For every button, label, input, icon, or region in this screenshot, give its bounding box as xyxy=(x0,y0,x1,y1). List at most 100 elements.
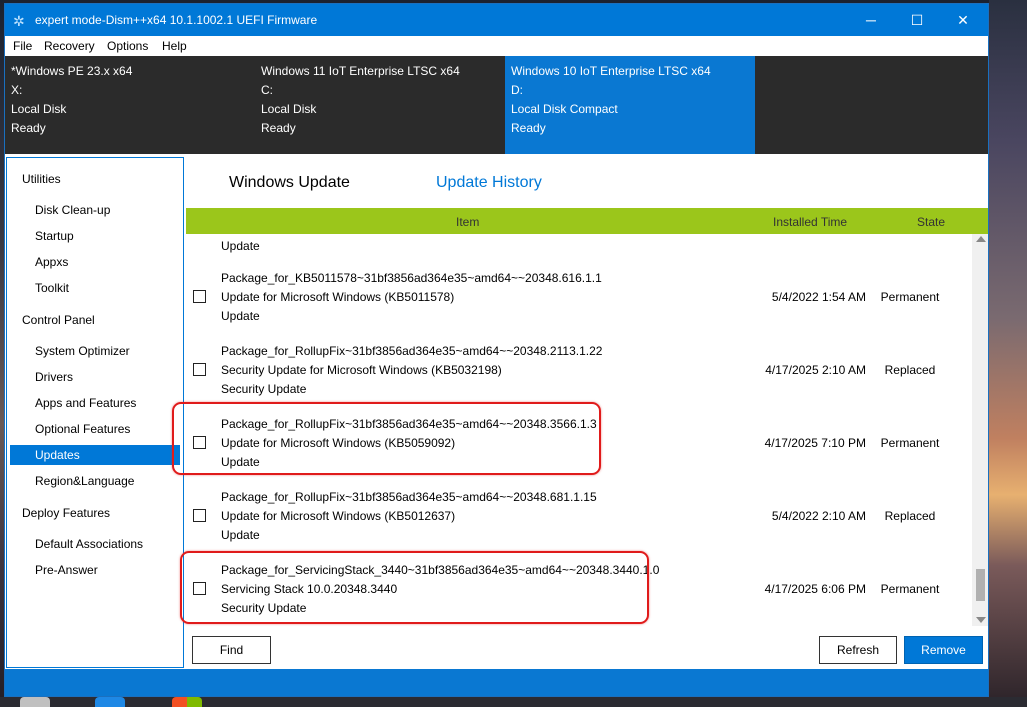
image-type: Local Disk xyxy=(261,102,317,116)
image-card[interactable]: *Windows PE 23.x x64 X: Local Disk Ready xyxy=(5,56,255,154)
maximize-button[interactable]: ☐ xyxy=(894,4,940,36)
desktop-background xyxy=(989,0,1027,707)
sidebar-item-default-associations[interactable]: Default Associations xyxy=(10,534,180,554)
updates-panel: Windows Update Update History Item Insta… xyxy=(186,157,988,669)
sidebar-item-label: Drivers xyxy=(35,370,73,384)
update-category: Update xyxy=(221,455,260,469)
list-item-partial-text: Update xyxy=(221,239,260,253)
package-name: Package_for_RollupFix~31bf3856ad364e35~a… xyxy=(221,417,597,431)
sidebar-item-label: Toolkit xyxy=(35,281,70,295)
sidebar-item-label: Disk Clean-up xyxy=(35,203,111,217)
sidebar-item-drivers[interactable]: Drivers xyxy=(10,367,180,387)
menu-file[interactable]: File xyxy=(13,39,32,53)
image-name: *Windows PE 23.x x64 xyxy=(11,64,133,78)
sidebar-group-utilities: Utilities xyxy=(22,172,61,186)
sidebar-item-appxs[interactable]: Appxs xyxy=(10,252,180,272)
installed-time: 4/17/2025 2:10 AM xyxy=(765,363,866,377)
image-card-selected[interactable]: Windows 10 IoT Enterprise LTSC x64 D: Lo… xyxy=(505,56,755,154)
sidebar-item-label: System Optimizer xyxy=(35,344,130,358)
row-checkbox[interactable] xyxy=(193,582,206,595)
update-title: Servicing Stack 10.0.20348.3440 xyxy=(221,582,398,596)
find-button[interactable]: Find xyxy=(192,636,271,664)
installed-time: 4/17/2025 6:06 PM xyxy=(764,582,866,596)
scrollbar-thumb[interactable] xyxy=(976,569,985,601)
sidebar: Utilities Disk Clean-up Startup Appxs To… xyxy=(6,157,184,668)
sidebar-item-pre-answer[interactable]: Pre-Answer xyxy=(10,560,180,580)
update-title: Update for Microsoft Windows (KB5059092) xyxy=(221,436,456,450)
taskbar-strip xyxy=(0,697,1027,707)
image-status: Ready xyxy=(261,121,296,135)
taskbar-app-icon[interactable] xyxy=(172,697,202,707)
update-category: Security Update xyxy=(221,601,307,615)
column-header-item[interactable]: Item xyxy=(456,215,479,229)
refresh-button[interactable]: Refresh xyxy=(819,636,897,664)
scroll-up-arrow-icon[interactable] xyxy=(976,236,986,242)
image-drive: D: xyxy=(511,83,523,97)
sidebar-item-updates[interactable]: Updates xyxy=(10,445,180,465)
update-state: Replaced xyxy=(884,509,936,523)
taskbar-app-icon[interactable] xyxy=(20,697,50,707)
menu-recovery[interactable]: Recovery xyxy=(44,39,95,53)
image-type: Local Disk xyxy=(11,102,67,116)
installed-time: 5/4/2022 2:10 AM xyxy=(771,509,866,523)
sidebar-item-label: Apps and Features xyxy=(35,396,137,410)
update-title: Security Update for Microsoft Windows (K… xyxy=(221,363,502,377)
row-checkbox[interactable] xyxy=(193,290,206,303)
sidebar-item-label: Region&Language xyxy=(35,474,135,488)
sidebar-group-deploy-features: Deploy Features xyxy=(22,506,111,520)
minimize-button[interactable]: ─ xyxy=(848,4,894,36)
update-category: Update xyxy=(221,309,260,323)
package-name: Package_for_KB5011578~31bf3856ad364e35~a… xyxy=(221,271,602,285)
image-status: Ready xyxy=(511,121,546,135)
sidebar-item-label: Pre-Answer xyxy=(35,563,98,577)
column-header-installed-time[interactable]: Installed Time xyxy=(773,215,847,229)
table-row[interactable]: Package_for_RollupFix~31bf3856ad364e35~a… xyxy=(186,408,972,481)
app-logo-icon: ✲ xyxy=(13,13,25,29)
sidebar-item-label: Startup xyxy=(35,229,74,243)
table-row[interactable]: Package_for_RollupFix~31bf3856ad364e35~a… xyxy=(186,335,972,408)
taskbar-app-icon[interactable] xyxy=(95,697,125,707)
sidebar-item-label: Optional Features xyxy=(35,422,131,436)
update-category: Update xyxy=(221,528,260,542)
image-selector-bar: *Windows PE 23.x x64 X: Local Disk Ready… xyxy=(5,56,988,154)
menu-bar: File Recovery Options Help xyxy=(5,36,988,56)
remove-button[interactable]: Remove xyxy=(904,636,983,664)
row-checkbox[interactable] xyxy=(193,509,206,522)
menu-help[interactable]: Help xyxy=(162,39,187,53)
image-name: Windows 10 IoT Enterprise LTSC x64 xyxy=(511,64,711,78)
column-header-state[interactable]: State xyxy=(917,215,945,229)
sidebar-item-apps-and-features[interactable]: Apps and Features xyxy=(10,393,180,413)
sidebar-item-region-language[interactable]: Region&Language xyxy=(10,471,180,491)
image-drive: X: xyxy=(11,83,23,97)
tab-update-history[interactable]: Update History xyxy=(436,174,542,192)
title-bar: ✲ expert mode-Dism++x64 10.1.1002.1 UEFI… xyxy=(5,4,988,36)
sidebar-item-system-optimizer[interactable]: System Optimizer xyxy=(10,341,180,361)
installed-time: 4/17/2025 7:10 PM xyxy=(764,436,866,450)
tab-windows-update[interactable]: Windows Update xyxy=(229,174,350,192)
image-card[interactable]: Windows 11 IoT Enterprise LTSC x64 C: Lo… xyxy=(255,56,505,154)
image-name: Windows 11 IoT Enterprise LTSC x64 xyxy=(261,64,460,78)
table-row[interactable]: Package_for_ServicingStack_3440~31bf3856… xyxy=(186,554,972,626)
sidebar-item-label: Updates xyxy=(35,448,80,462)
row-checkbox[interactable] xyxy=(193,436,206,449)
update-state: Permanent xyxy=(880,290,940,304)
close-button[interactable]: ✕ xyxy=(940,4,986,36)
table-row[interactable]: Package_for_KB5011578~31bf3856ad364e35~a… xyxy=(186,262,972,335)
update-title: Update for Microsoft Windows (KB5011578) xyxy=(221,290,455,304)
sidebar-item-startup[interactable]: Startup xyxy=(10,226,180,246)
sidebar-group-control-panel: Control Panel xyxy=(22,313,95,327)
sidebar-item-optional-features[interactable]: Optional Features xyxy=(10,419,180,439)
update-category: Security Update xyxy=(221,382,307,396)
table-row[interactable]: Package_for_RollupFix~31bf3856ad364e35~a… xyxy=(186,481,972,554)
table-header: Item Installed Time State xyxy=(186,208,988,234)
status-bar xyxy=(5,669,988,696)
scroll-down-arrow-icon[interactable] xyxy=(976,617,986,623)
menu-options[interactable]: Options xyxy=(107,39,148,53)
sidebar-item-toolkit[interactable]: Toolkit xyxy=(10,278,180,298)
package-name: Package_for_ServicingStack_3440~31bf3856… xyxy=(221,563,660,577)
row-checkbox[interactable] xyxy=(193,363,206,376)
sidebar-item-disk-clean-up[interactable]: Disk Clean-up xyxy=(10,200,180,220)
update-title: Update for Microsoft Windows (KB5012637) xyxy=(221,509,456,523)
image-drive: C: xyxy=(261,83,273,97)
list-scrollbar[interactable] xyxy=(972,234,988,626)
